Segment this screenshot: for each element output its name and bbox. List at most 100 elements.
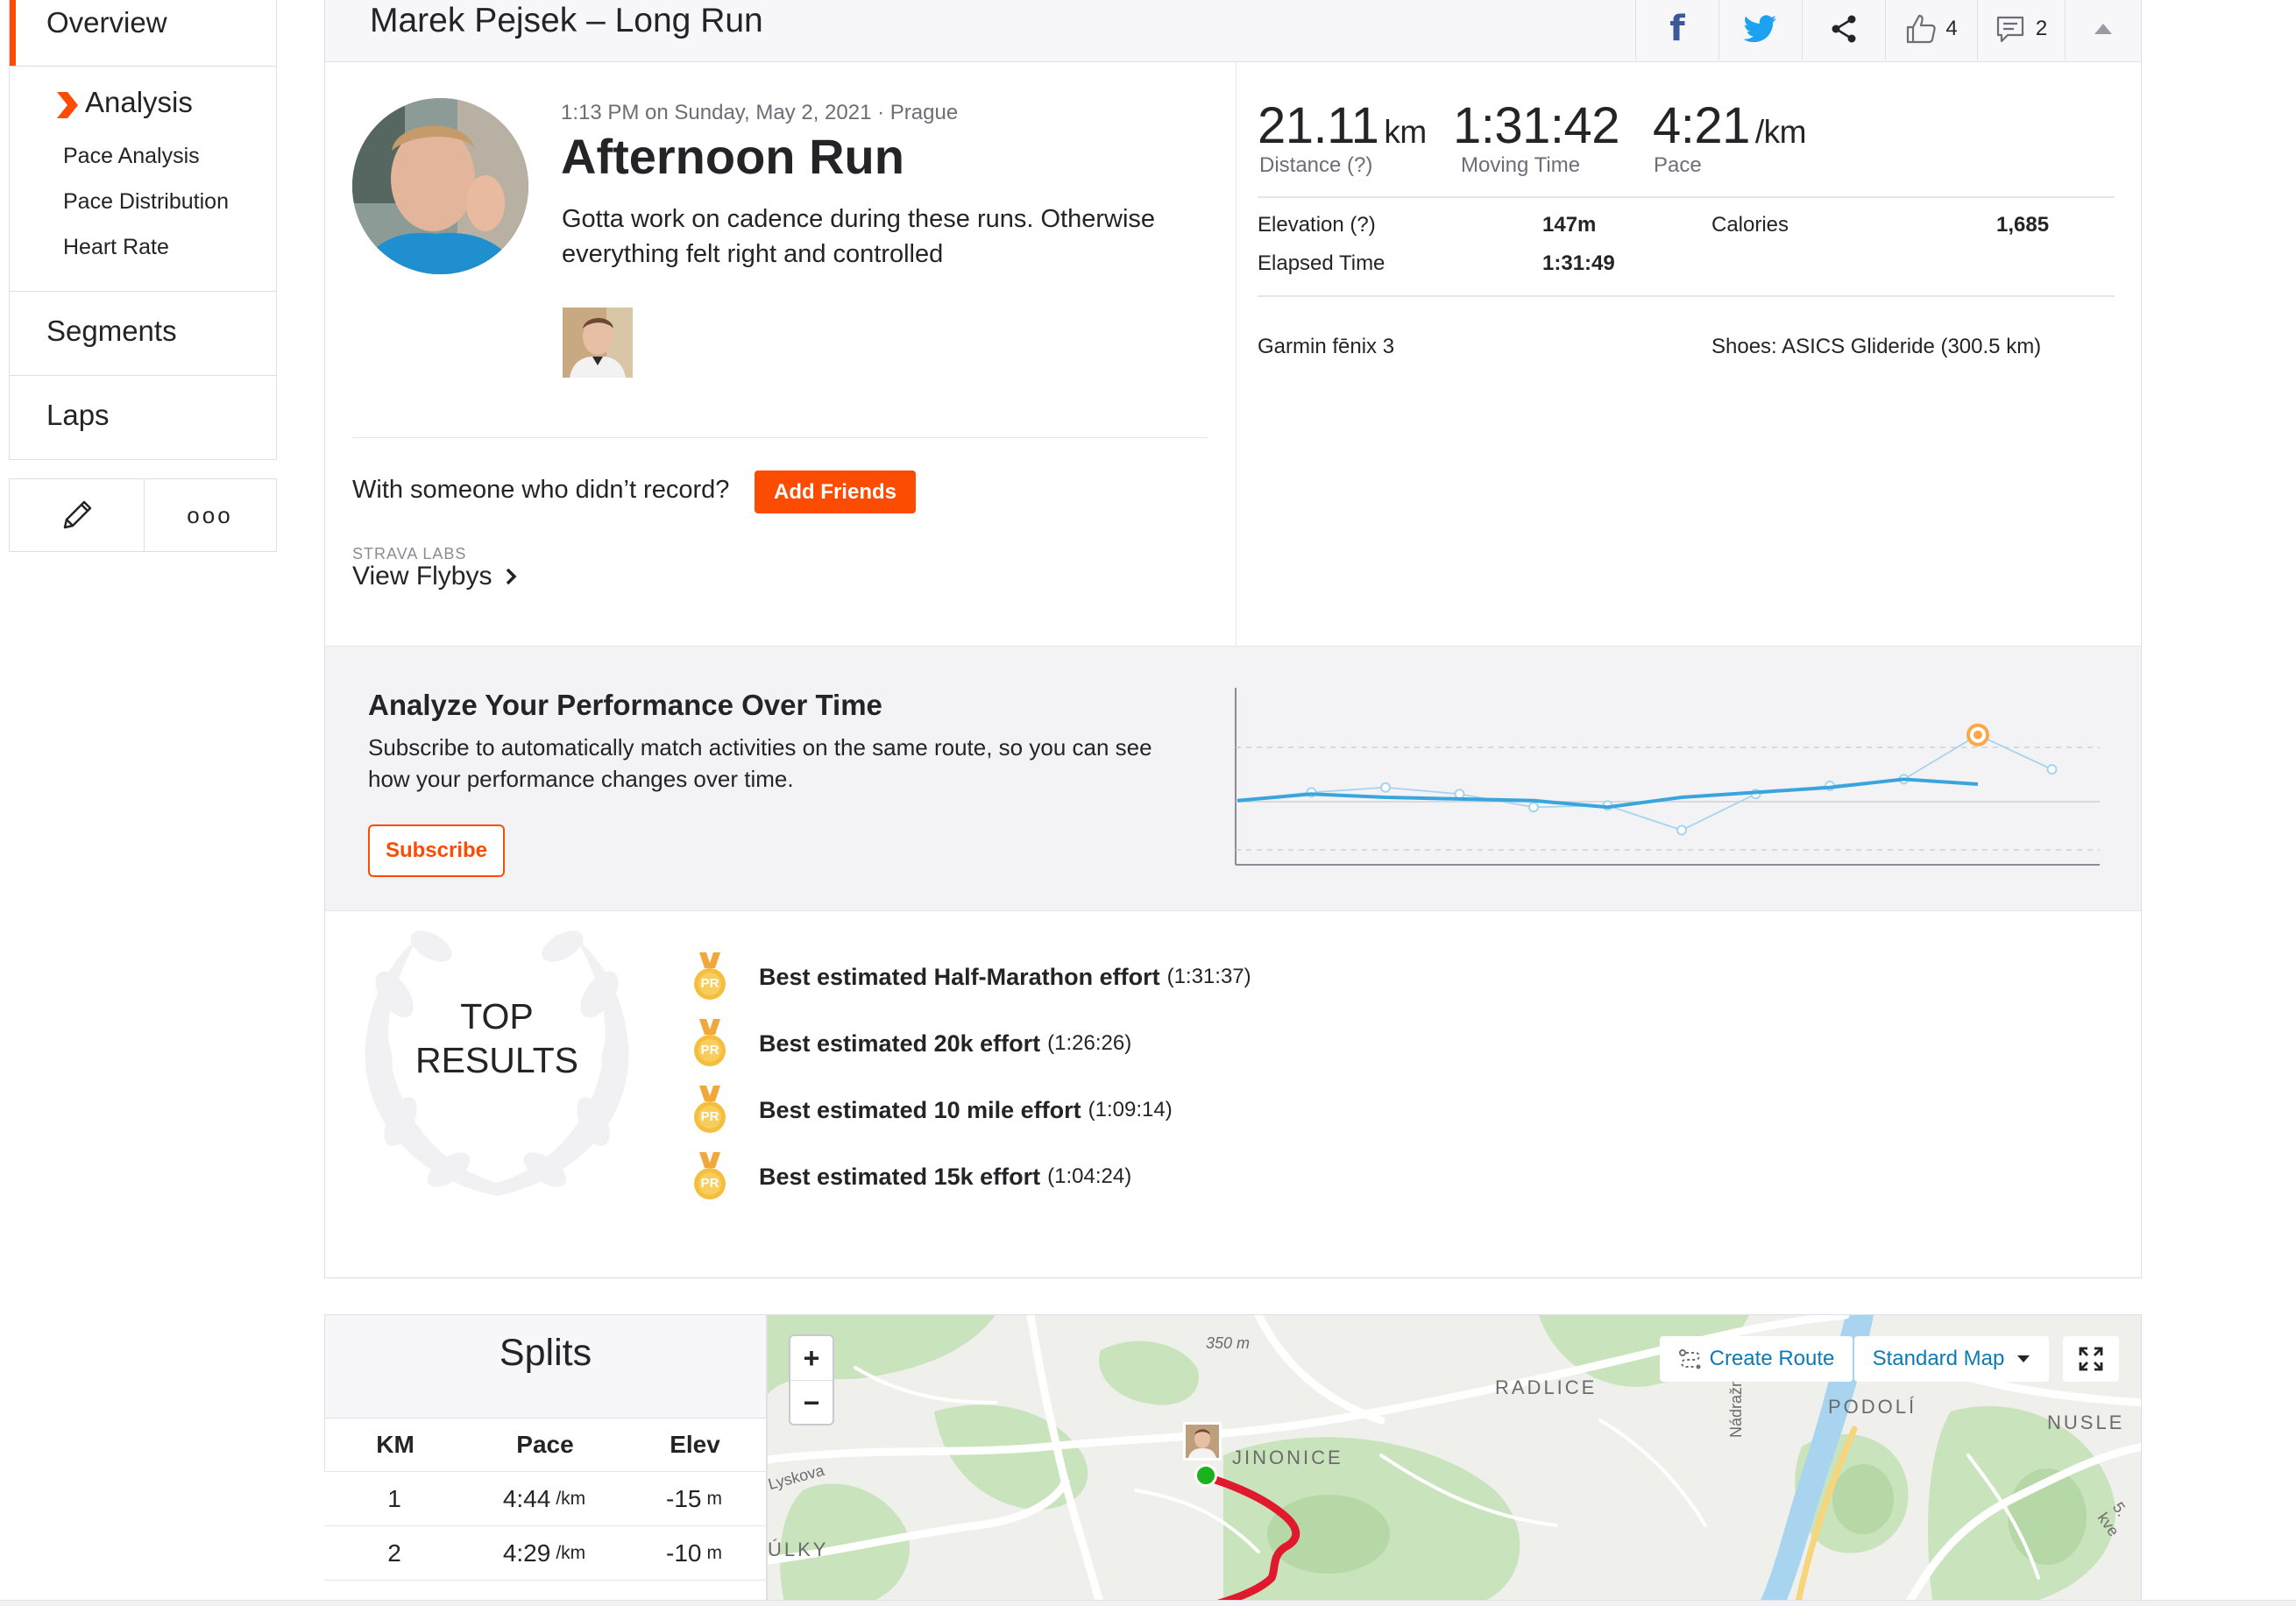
route-map[interactable]: 350 m RADLICE PODOLÍ NUSLE JINONICE Lysk… bbox=[767, 1314, 2142, 1605]
activity-photo[interactable] bbox=[563, 308, 633, 378]
comments-button[interactable]: 2 bbox=[1977, 0, 2065, 60]
top-result-item[interactable]: PR Best estimated 20k effort (1:26:26) bbox=[692, 1017, 1131, 1070]
chart-point[interactable] bbox=[1380, 782, 1391, 793]
moving-time-label: Moving Time bbox=[1461, 153, 1581, 177]
zoom-out-button[interactable]: − bbox=[790, 1381, 833, 1425]
performance-chart bbox=[1235, 688, 2100, 866]
fullscreen-button[interactable] bbox=[2063, 1336, 2119, 1382]
elapsed-time-value: 1:31:49 bbox=[1542, 251, 1615, 275]
pace-value: 4:21/km bbox=[1653, 97, 1807, 154]
share-button[interactable] bbox=[1802, 0, 1885, 60]
splits-title: Splits bbox=[499, 1332, 592, 1374]
sidebar-item-heart-rate[interactable]: Heart Rate bbox=[63, 235, 169, 260]
sidebar-analysis-box: Analysis Pace Analysis Pace Distribution… bbox=[9, 66, 277, 292]
map-type-select[interactable]: Standard Map bbox=[1854, 1336, 2049, 1382]
sidebar-actions: ooo bbox=[9, 478, 277, 552]
top-result-item[interactable]: PR Best estimated 10 mile effort (1:09:14… bbox=[692, 1084, 1173, 1136]
laurel-emblem: TOP RESULTS bbox=[352, 916, 641, 1205]
elevation-label[interactable]: Elevation (?) bbox=[1258, 213, 1376, 237]
subscribe-button[interactable]: Subscribe bbox=[368, 824, 505, 877]
sidebar-item-pace-analysis[interactable]: Pace Analysis bbox=[63, 144, 200, 169]
edit-button[interactable] bbox=[10, 479, 145, 551]
chevron-right-icon bbox=[57, 92, 78, 118]
pr-medal-icon: PR bbox=[692, 1019, 727, 1068]
chart-highlight-point-center bbox=[1974, 730, 1982, 739]
map-label-jinonice: JINONICE bbox=[1232, 1447, 1343, 1468]
share-icon bbox=[1832, 15, 1856, 43]
sidebar-segments-box: Segments bbox=[9, 291, 277, 376]
add-friends-button[interactable]: Add Friends bbox=[755, 470, 916, 513]
stats-divider-vertical bbox=[1236, 61, 1237, 646]
chart-point[interactable] bbox=[1528, 802, 1539, 813]
facebook-share-button[interactable]: f bbox=[1635, 0, 1718, 60]
pace-label: Pace bbox=[1654, 153, 1702, 177]
sidebar-overview-box: Overview bbox=[9, 0, 277, 67]
athlete-map-marker[interactable] bbox=[1183, 1422, 1222, 1461]
activity-header: Marek Pejsek – Long Run f 4 2 bbox=[325, 0, 2141, 62]
sidebar-item-pace-distribution[interactable]: Pace Distribution bbox=[63, 189, 229, 215]
table-row: 1 4:44/km -15 m bbox=[324, 1471, 766, 1526]
split-pace: 4:44/km bbox=[502, 1485, 586, 1512]
sidebar-laps-box: Laps bbox=[9, 375, 277, 460]
split-km: 2 bbox=[387, 1539, 401, 1567]
splits-table-header: KM Pace Elev bbox=[325, 1418, 766, 1471]
map-label-nadrazni: Nádražní bbox=[1727, 1373, 1745, 1438]
distance-value: 21.11 km bbox=[1258, 97, 1427, 154]
distance-label[interactable]: Distance (?) bbox=[1259, 153, 1372, 178]
column-header-pace: Pace bbox=[516, 1431, 574, 1458]
map-label-radlice: RADLICE bbox=[1495, 1376, 1598, 1398]
comments-count: 2 bbox=[2035, 17, 2048, 40]
kudos-button[interactable]: 4 bbox=[1885, 0, 1977, 60]
sidebar-item-overview[interactable]: Overview bbox=[46, 6, 167, 39]
caret-down-icon bbox=[2017, 1355, 2030, 1362]
moving-time-value: 1:31:42 bbox=[1453, 97, 1620, 154]
table-row: 2 4:29/km -10 m bbox=[324, 1525, 766, 1581]
sidebar-item-analysis[interactable]: Analysis bbox=[85, 86, 193, 119]
pr-medal-icon: PR bbox=[692, 952, 727, 1001]
activity-description: Gotta work on cadence during these runs.… bbox=[562, 205, 1156, 268]
map-type-label: Standard Map bbox=[1872, 1347, 2005, 1370]
view-flybys-link[interactable]: View Flybys bbox=[352, 562, 517, 591]
page-title: Marek Pejsek – Long Run bbox=[370, 2, 763, 39]
activity-datetime: 1:13 PM on Sunday, May 2, 2021 · Prague bbox=[561, 101, 959, 124]
with-someone-text: With someone who didn’t record? bbox=[352, 476, 730, 504]
fullscreen-icon bbox=[2079, 1347, 2103, 1371]
chevron-right-icon bbox=[506, 568, 516, 585]
athlete-avatar[interactable] bbox=[352, 98, 528, 274]
chart-point[interactable] bbox=[2046, 764, 2058, 775]
pr-medal-icon: PR bbox=[692, 1152, 727, 1201]
top-result-item[interactable]: PR Best estimated 15k effort (1:04:24) bbox=[692, 1150, 1131, 1203]
pr-medal-icon: PR bbox=[692, 1086, 727, 1135]
sidebar-item-laps[interactable]: Laps bbox=[46, 399, 110, 432]
strava-labs-label: STRAVA LABS bbox=[352, 545, 467, 562]
twitter-share-button[interactable] bbox=[1718, 0, 1802, 60]
twitter-icon bbox=[1743, 15, 1776, 43]
zoom-controls: + − bbox=[789, 1334, 834, 1426]
create-route-button[interactable]: Create Route bbox=[1660, 1336, 1853, 1382]
chart-point[interactable] bbox=[1676, 824, 1687, 836]
sidebar-item-segments[interactable]: Segments bbox=[46, 315, 177, 348]
split-pace: 4:29/km bbox=[502, 1539, 586, 1567]
calories-label: Calories bbox=[1711, 213, 1789, 237]
create-route-label: Create Route bbox=[1709, 1347, 1835, 1370]
column-header-elev: Elev bbox=[670, 1431, 720, 1458]
column-header-km: KM bbox=[376, 1431, 415, 1458]
collapse-button[interactable] bbox=[2065, 0, 2141, 60]
elapsed-time-label: Elapsed Time bbox=[1258, 251, 1385, 275]
top-result-item[interactable]: PR Best estimated Half-Marathon effort (1… bbox=[692, 951, 1251, 1003]
stats-divider-2 bbox=[1258, 295, 2115, 297]
split-km: 1 bbox=[387, 1485, 401, 1512]
start-marker[interactable] bbox=[1194, 1464, 1217, 1487]
chart-point[interactable] bbox=[1454, 789, 1465, 800]
thumbs-up-icon bbox=[1907, 14, 1937, 44]
device-name: Garmin fēnix 3 bbox=[1258, 335, 1395, 358]
stats-divider bbox=[1258, 196, 2115, 198]
more-icon: ooo bbox=[187, 501, 233, 528]
more-actions-button[interactable]: ooo bbox=[144, 479, 276, 551]
facebook-icon: f bbox=[1669, 9, 1685, 49]
create-route-icon bbox=[1678, 1349, 1701, 1369]
zoom-in-button[interactable]: + bbox=[790, 1336, 833, 1381]
pencil-icon bbox=[63, 500, 91, 529]
elevation-value: 147m bbox=[1542, 213, 1597, 237]
analyze-title: Analyze Your Performance Over Time bbox=[368, 689, 882, 721]
